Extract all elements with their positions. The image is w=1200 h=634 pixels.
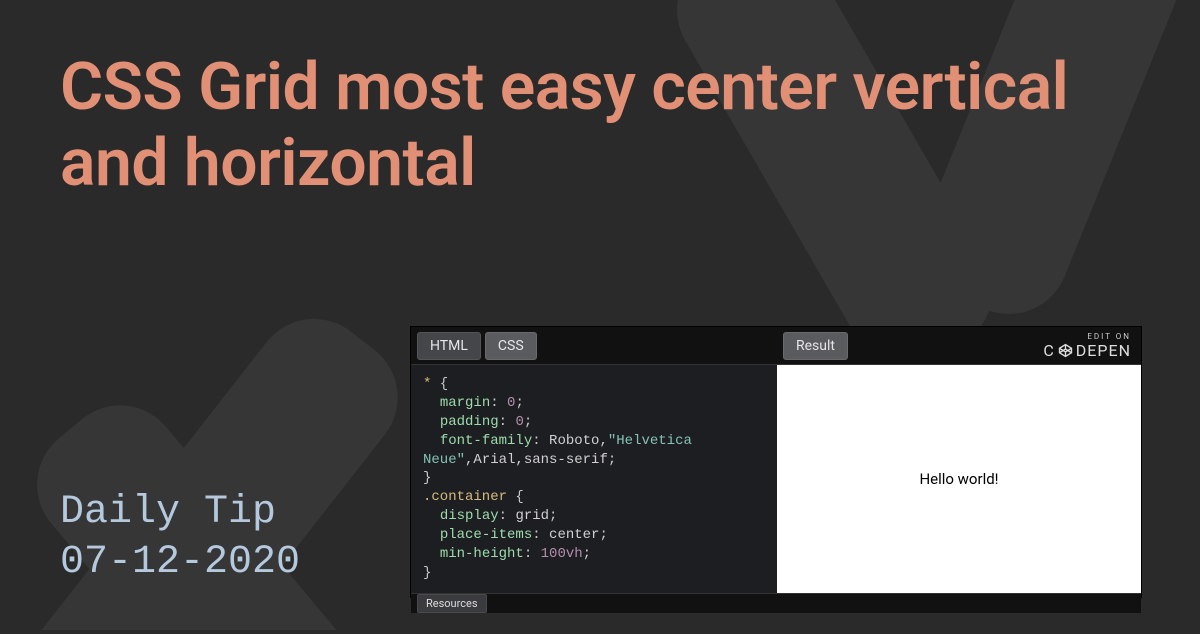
resources-button[interactable]: Resources (417, 594, 487, 613)
tab-html[interactable]: HTML (417, 332, 481, 360)
tab-css[interactable]: CSS (485, 332, 537, 360)
codepen-toolbar: HTML CSS Result EDIT ON C DEPEN (411, 327, 1141, 365)
codepen-logo-icon (1058, 343, 1073, 358)
edit-on-label: EDIT ON (1087, 333, 1131, 341)
codepen-embed: HTML CSS Result EDIT ON C DEPEN * { (410, 326, 1142, 598)
code-panel-css[interactable]: * { margin: 0; padding: 0; font-family: … (411, 365, 777, 593)
result-panel: Hello world! (777, 365, 1141, 593)
codepen-brand[interactable]: EDIT ON C DEPEN (1033, 327, 1141, 364)
codepen-logo-text-a: C (1043, 343, 1054, 359)
codepen-footer: Resources (411, 593, 1141, 613)
page-title: CSS Grid most easy center vertical and h… (60, 50, 1140, 202)
codepen-logo-text-b: DEPEN (1076, 343, 1131, 359)
daily-tip: Daily Tip 07-12-2020 (60, 488, 300, 588)
result-text: Hello world! (919, 470, 998, 488)
daily-tip-date: 07-12-2020 (60, 538, 300, 588)
tab-result[interactable]: Result (783, 332, 848, 360)
daily-tip-label: Daily Tip (60, 488, 300, 538)
